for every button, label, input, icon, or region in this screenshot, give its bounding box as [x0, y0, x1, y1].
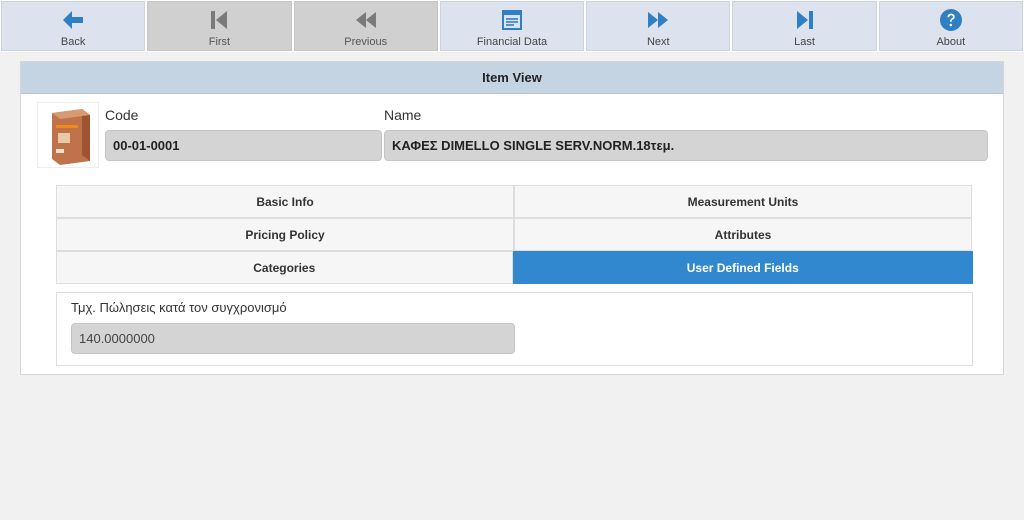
sales-sync-field[interactable]: 140.0000000 — [71, 323, 515, 354]
name-field[interactable]: ΚΑΦΕΣ DIMELLO SINGLE SERV.NORM.18τεμ. — [384, 130, 988, 161]
sales-sync-label: Τμχ. Πώλησεις κατά τον συγχρονισμό — [71, 300, 287, 315]
question-circle-icon — [939, 8, 963, 32]
user-defined-fields-section: Τμχ. Πώλησεις κατά τον συγχρονισμό 140.0… — [56, 292, 973, 366]
about-button[interactable]: About — [878, 1, 1023, 51]
code-label: Code — [105, 107, 139, 123]
financial-data-icon — [500, 8, 524, 32]
financial-data-button[interactable]: Financial Data — [439, 1, 585, 51]
tab-measurement-units[interactable]: Measurement Units — [514, 185, 972, 218]
last-label: Last — [794, 36, 815, 48]
item-view-panel: Item View Code Name 00-01-0001 ΚΑΦΕΣ DIM… — [20, 61, 1004, 375]
skip-last-icon — [793, 8, 817, 32]
name-label: Name — [384, 107, 422, 123]
next-button[interactable]: Next — [586, 1, 731, 51]
tab-bar: Basic Info Measurement Units Pricing Pol… — [56, 185, 973, 284]
previous-button[interactable]: Previous — [293, 1, 438, 51]
arrow-left-icon — [61, 8, 85, 32]
rewind-icon — [354, 8, 378, 32]
back-button[interactable]: Back — [1, 1, 146, 51]
first-label: First — [208, 36, 231, 48]
tab-user-defined-fields[interactable]: User Defined Fields — [512, 251, 973, 284]
previous-label: Previous — [344, 36, 388, 48]
next-label: Next — [646, 36, 670, 48]
tab-basic-info[interactable]: Basic Info — [56, 185, 514, 218]
back-label: Back — [60, 36, 86, 48]
toolbar: Back First Previous Financial Data Next … — [0, 0, 1024, 52]
tab-attributes[interactable]: Attributes — [514, 218, 972, 251]
financial-data-label: Financial Data — [476, 36, 548, 48]
tab-categories[interactable]: Categories — [56, 251, 513, 284]
fast-forward-icon — [646, 8, 670, 32]
code-field[interactable]: 00-01-0001 — [105, 130, 382, 161]
last-button[interactable]: Last — [732, 1, 877, 51]
tab-pricing-policy[interactable]: Pricing Policy — [56, 218, 514, 251]
skip-first-icon — [207, 8, 231, 32]
first-button[interactable]: First — [147, 1, 292, 51]
product-image — [37, 102, 99, 168]
panel-title: Item View — [21, 62, 1003, 94]
about-label: About — [936, 36, 966, 48]
